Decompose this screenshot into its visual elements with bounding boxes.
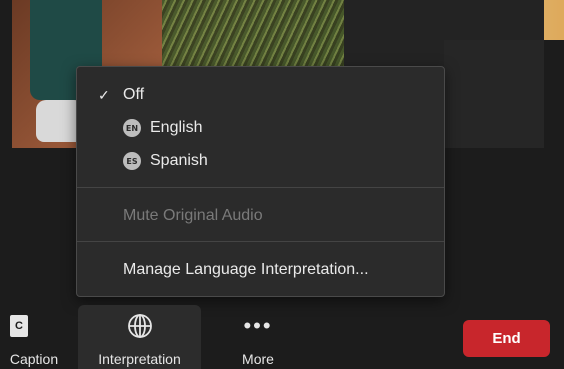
menu-divider — [77, 187, 444, 188]
interpretation-label: Interpretation — [98, 351, 181, 367]
caption-label: Caption — [9, 351, 59, 367]
menu-item-off[interactable]: ✓ Off — [77, 81, 444, 109]
interpretation-menu: ✓ Off EN English ES Spanish Mute Origina… — [76, 66, 445, 297]
meeting-window: ✓ Off EN English ES Spanish Mute Origina… — [0, 0, 564, 369]
globe-icon — [127, 311, 153, 341]
english-language-icon: EN — [123, 119, 141, 137]
menu-item-mute-original-audio: Mute Original Audio — [77, 202, 444, 230]
end-meeting-button[interactable]: End — [463, 320, 550, 357]
menu-item-spanish[interactable]: ES Spanish — [77, 147, 444, 175]
more-button[interactable]: ••• More — [212, 305, 304, 369]
empty-video-tile-inner — [444, 40, 544, 148]
spanish-language-icon: ES — [123, 152, 141, 170]
menu-item-spanish-label: Spanish — [150, 152, 208, 169]
check-icon: ✓ — [98, 86, 110, 103]
mute-original-audio-label: Mute Original Audio — [123, 207, 263, 224]
menu-item-english[interactable]: EN English — [77, 114, 444, 142]
interpretation-button[interactable]: Interpretation — [78, 305, 201, 369]
manage-interpretation-label: Manage Language Interpretation... — [123, 261, 369, 278]
menu-item-english-label: English — [150, 119, 203, 136]
more-dots-icon: ••• — [243, 313, 273, 338]
caption-button[interactable]: C Caption — [0, 305, 72, 369]
more-label: More — [242, 351, 274, 367]
menu-item-manage-interpretation[interactable]: Manage Language Interpretation... — [77, 256, 444, 284]
menu-item-off-label: Off — [123, 86, 145, 103]
menu-divider — [77, 241, 444, 242]
